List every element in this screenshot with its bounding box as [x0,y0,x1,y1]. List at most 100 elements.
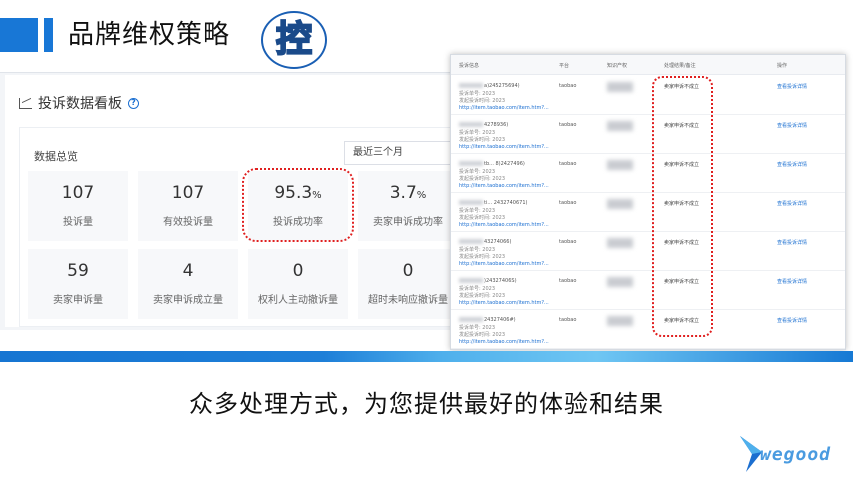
complaint-id: 4278936) [459,122,508,128]
help-icon[interactable]: ? [128,97,139,109]
complaint-number: 投诉单号: 2023 [459,208,495,214]
stat-card: 3.7% 卖家申诉成功率 [358,171,458,241]
logo-text: wegood [760,444,832,465]
complaint-number: 投诉单号: 2023 [459,325,495,331]
column-header: 知识产权 [607,63,628,69]
stat-label: 超时未响应撤诉量 [368,295,448,306]
stat-label: 投诉量 [63,217,93,228]
stat-value: 0 [292,261,304,281]
view-detail-link[interactable]: 查看投诉详情 [777,239,807,246]
item-link[interactable]: http://item.taobao.com/item.htm?... [459,261,549,267]
column-header: 投诉信息 [459,63,480,69]
overview-label: 数据总览 [34,150,78,163]
complaint-number: 投诉单号: 2023 [459,91,495,97]
tagline: 众多处理方式，为您提供最好的体验和结果 [189,390,664,418]
view-detail-link[interactable]: 查看投诉详情 [777,317,807,324]
view-detail-link[interactable]: 查看投诉详情 [777,122,807,129]
footer-stripe [0,351,853,362]
complaint-id: 24327406#) [459,317,516,323]
result-column-highlight [652,76,713,337]
table-header: 投诉信息 平台 知识产权 处理结果/备注 操作 [451,55,845,75]
ip-blurred [607,316,633,326]
view-detail-link[interactable]: 查看投诉详情 [777,278,807,285]
stat-card: 59 卖家申诉量 [28,249,128,319]
stat-value: 59 [67,261,89,281]
page-title: 品牌维权策略 [68,20,231,50]
complaint-time: 发起投诉时间: 2023 [459,137,505,143]
complaint-id: tb... 8)2427496) [459,161,525,167]
complaint-dashboard: 投诉数据看板 ? 数据总览 最近三个月 107 投诉量 107 有效投诉量 95… [0,72,461,330]
table-row: ti... 2432740671) 投诉单号: 2023 发起投诉时间: 2023 h… [451,193,845,232]
table-row: 43274066) 投诉单号: 2023 发起投诉时间: 2023 http://it… [451,232,845,271]
table-row: tb... 8)2427496) 投诉单号: 2023 发起投诉时间: 2023 ht… [451,154,845,193]
view-detail-link[interactable]: 查看投诉详情 [777,200,807,207]
ip-blurred [607,82,633,92]
stat-value: 3.7% [389,183,427,203]
stat-label: 卖家申诉成立量 [153,295,223,306]
stat-card: 4 卖家申诉成立量 [138,249,238,319]
platform: taobao [559,122,577,128]
complaint-id: ti... 2432740671) [459,200,527,206]
complaint-id: a)245275694) [459,83,520,89]
platform: taobao [559,278,577,284]
table-row: 24327406#) 投诉单号: 2023 发起投诉时间: 2023 http://i… [451,310,845,349]
complaint-id: )24327406S) [459,278,517,284]
stat-label: 卖家申诉成功率 [373,217,443,228]
platform: taobao [559,317,577,323]
complaint-id: 43274066) [459,239,511,245]
complaint-number: 投诉单号: 2023 [459,286,495,292]
stat-card: 107 有效投诉量 [138,171,238,241]
stat-label: 卖家申诉量 [53,295,103,306]
item-link[interactable]: http://item.taobao.com/item.htm?... [459,222,549,228]
complaint-time: 发起投诉时间: 2023 [459,98,505,104]
complaint-number: 投诉单号: 2023 [459,247,495,253]
complaint-time: 发起投诉时间: 2023 [459,332,505,338]
item-link[interactable]: http://item.taobao.com/item.htm?... [459,105,549,111]
stat-label: 有效投诉量 [163,217,213,228]
item-link[interactable]: http://item.taobao.com/item.htm?... [459,183,549,189]
complaint-time: 发起投诉时间: 2023 [459,176,505,182]
stat-label: 权利人主动撤诉量 [258,295,338,306]
stat-card: 107 投诉量 [28,171,128,241]
dashboard-header: 投诉数据看板 ? [19,93,139,113]
period-select[interactable]: 最近三个月 [344,141,461,165]
platform: taobao [559,239,577,245]
complaint-time: 发起投诉时间: 2023 [459,293,505,299]
dashboard-title: 投诉数据看板 [38,96,122,112]
view-detail-link[interactable]: 查看投诉详情 [777,161,807,168]
ip-blurred [607,121,633,131]
badge-char: 控 [275,19,313,60]
control-badge-icon: 控 [261,11,327,69]
stat-value: 0 [402,261,414,281]
wegood-logo: wegood [738,434,843,474]
header-accent-bar [44,18,53,52]
platform: taobao [559,83,577,89]
stat-value: 107 [61,183,95,203]
ip-blurred [607,199,633,209]
table-row: a)245275694) 投诉单号: 2023 发起投诉时间: 2023 http:/… [451,76,845,115]
stat-value: 107 [171,183,205,203]
table-row: )24327406S) 投诉单号: 2023 发起投诉时间: 2023 http://… [451,271,845,310]
header-accent-block [0,18,38,52]
column-header: 处理结果/备注 [664,63,696,69]
success-rate-highlight [242,168,354,242]
stat-card: 0 权利人主动撤诉量 [248,249,348,319]
item-link[interactable]: http://item.taobao.com/item.htm?... [459,144,549,150]
ip-blurred [607,160,633,170]
complaint-number: 投诉单号: 2023 [459,130,495,136]
complaint-time: 发起投诉时间: 2023 [459,254,505,260]
complaint-time: 发起投诉时间: 2023 [459,215,505,221]
stat-value: 4 [182,261,194,281]
column-header: 操作 [777,63,788,69]
item-link[interactable]: http://item.taobao.com/item.htm?... [459,339,549,345]
line-chart-icon [19,97,32,109]
view-detail-link[interactable]: 查看投诉详情 [777,83,807,90]
ip-blurred [607,277,633,287]
stat-card: 0 超时未响应撤诉量 [358,249,458,319]
complaint-number: 投诉单号: 2023 [459,169,495,175]
item-link[interactable]: http://item.taobao.com/item.htm?... [459,300,549,306]
platform: taobao [559,161,577,167]
column-header: 平台 [559,63,570,69]
complaint-table: 投诉信息 平台 知识产权 处理结果/备注 操作 a)245275694) 投诉单号… [450,54,846,350]
table-row: 4278936) 投诉单号: 2023 发起投诉时间: 2023 http://ite… [451,115,845,154]
